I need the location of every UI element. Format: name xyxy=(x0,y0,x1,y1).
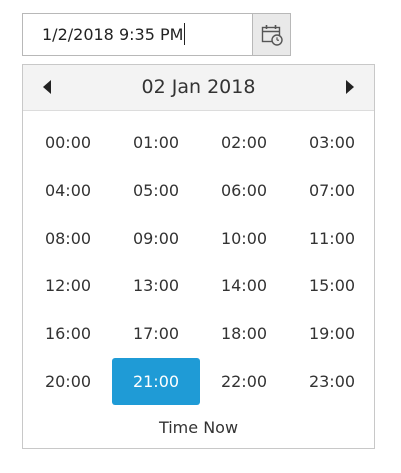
hour-cell[interactable]: 22:00 xyxy=(200,358,288,405)
hour-cell[interactable]: 07:00 xyxy=(288,167,376,214)
popup-header: 02 Jan 2018 xyxy=(23,65,374,111)
hour-cell[interactable]: 08:00 xyxy=(24,215,112,262)
hour-cell[interactable]: 03:00 xyxy=(288,119,376,166)
header-date-title[interactable]: 02 Jan 2018 xyxy=(83,65,314,110)
next-day-button[interactable] xyxy=(330,65,370,110)
time-picker-popup: 02 Jan 2018 00:00 01:00 02:00 03:00 04:00 05:… xyxy=(22,64,375,449)
hour-cell[interactable]: 11:00 xyxy=(288,215,376,262)
hour-cell[interactable]: 01:00 xyxy=(112,119,200,166)
datetime-input[interactable]: 1/2/2018 9:35 PM xyxy=(22,13,253,56)
hour-cell[interactable]: 23:00 xyxy=(288,358,376,405)
datetime-input-value: 1/2/2018 9:35 PM xyxy=(42,14,186,55)
hour-cell[interactable]: 05:00 xyxy=(112,167,200,214)
hour-cell[interactable]: 09:00 xyxy=(112,215,200,262)
hour-cell-selected[interactable]: 21:00 xyxy=(112,358,200,405)
hour-cell[interactable]: 18:00 xyxy=(200,310,288,357)
hour-cell[interactable]: 04:00 xyxy=(24,167,112,214)
hour-cell[interactable]: 17:00 xyxy=(112,310,200,357)
hour-cell[interactable]: 06:00 xyxy=(200,167,288,214)
hour-cell[interactable]: 13:00 xyxy=(112,262,200,309)
hour-cell[interactable]: 20:00 xyxy=(24,358,112,405)
hour-cell[interactable]: 19:00 xyxy=(288,310,376,357)
hour-cell[interactable]: 10:00 xyxy=(200,215,288,262)
hour-cell[interactable]: 00:00 xyxy=(24,119,112,166)
datetime-picker-toggle-button[interactable] xyxy=(253,13,291,56)
hour-cell[interactable]: 12:00 xyxy=(24,262,112,309)
previous-day-button[interactable] xyxy=(27,65,67,110)
hour-cell[interactable]: 14:00 xyxy=(200,262,288,309)
hour-cell[interactable]: 02:00 xyxy=(200,119,288,166)
time-now-button[interactable]: Time Now xyxy=(23,418,374,437)
hour-cell[interactable]: 15:00 xyxy=(288,262,376,309)
text-caret xyxy=(184,22,186,45)
hour-cell[interactable]: 16:00 xyxy=(24,310,112,357)
